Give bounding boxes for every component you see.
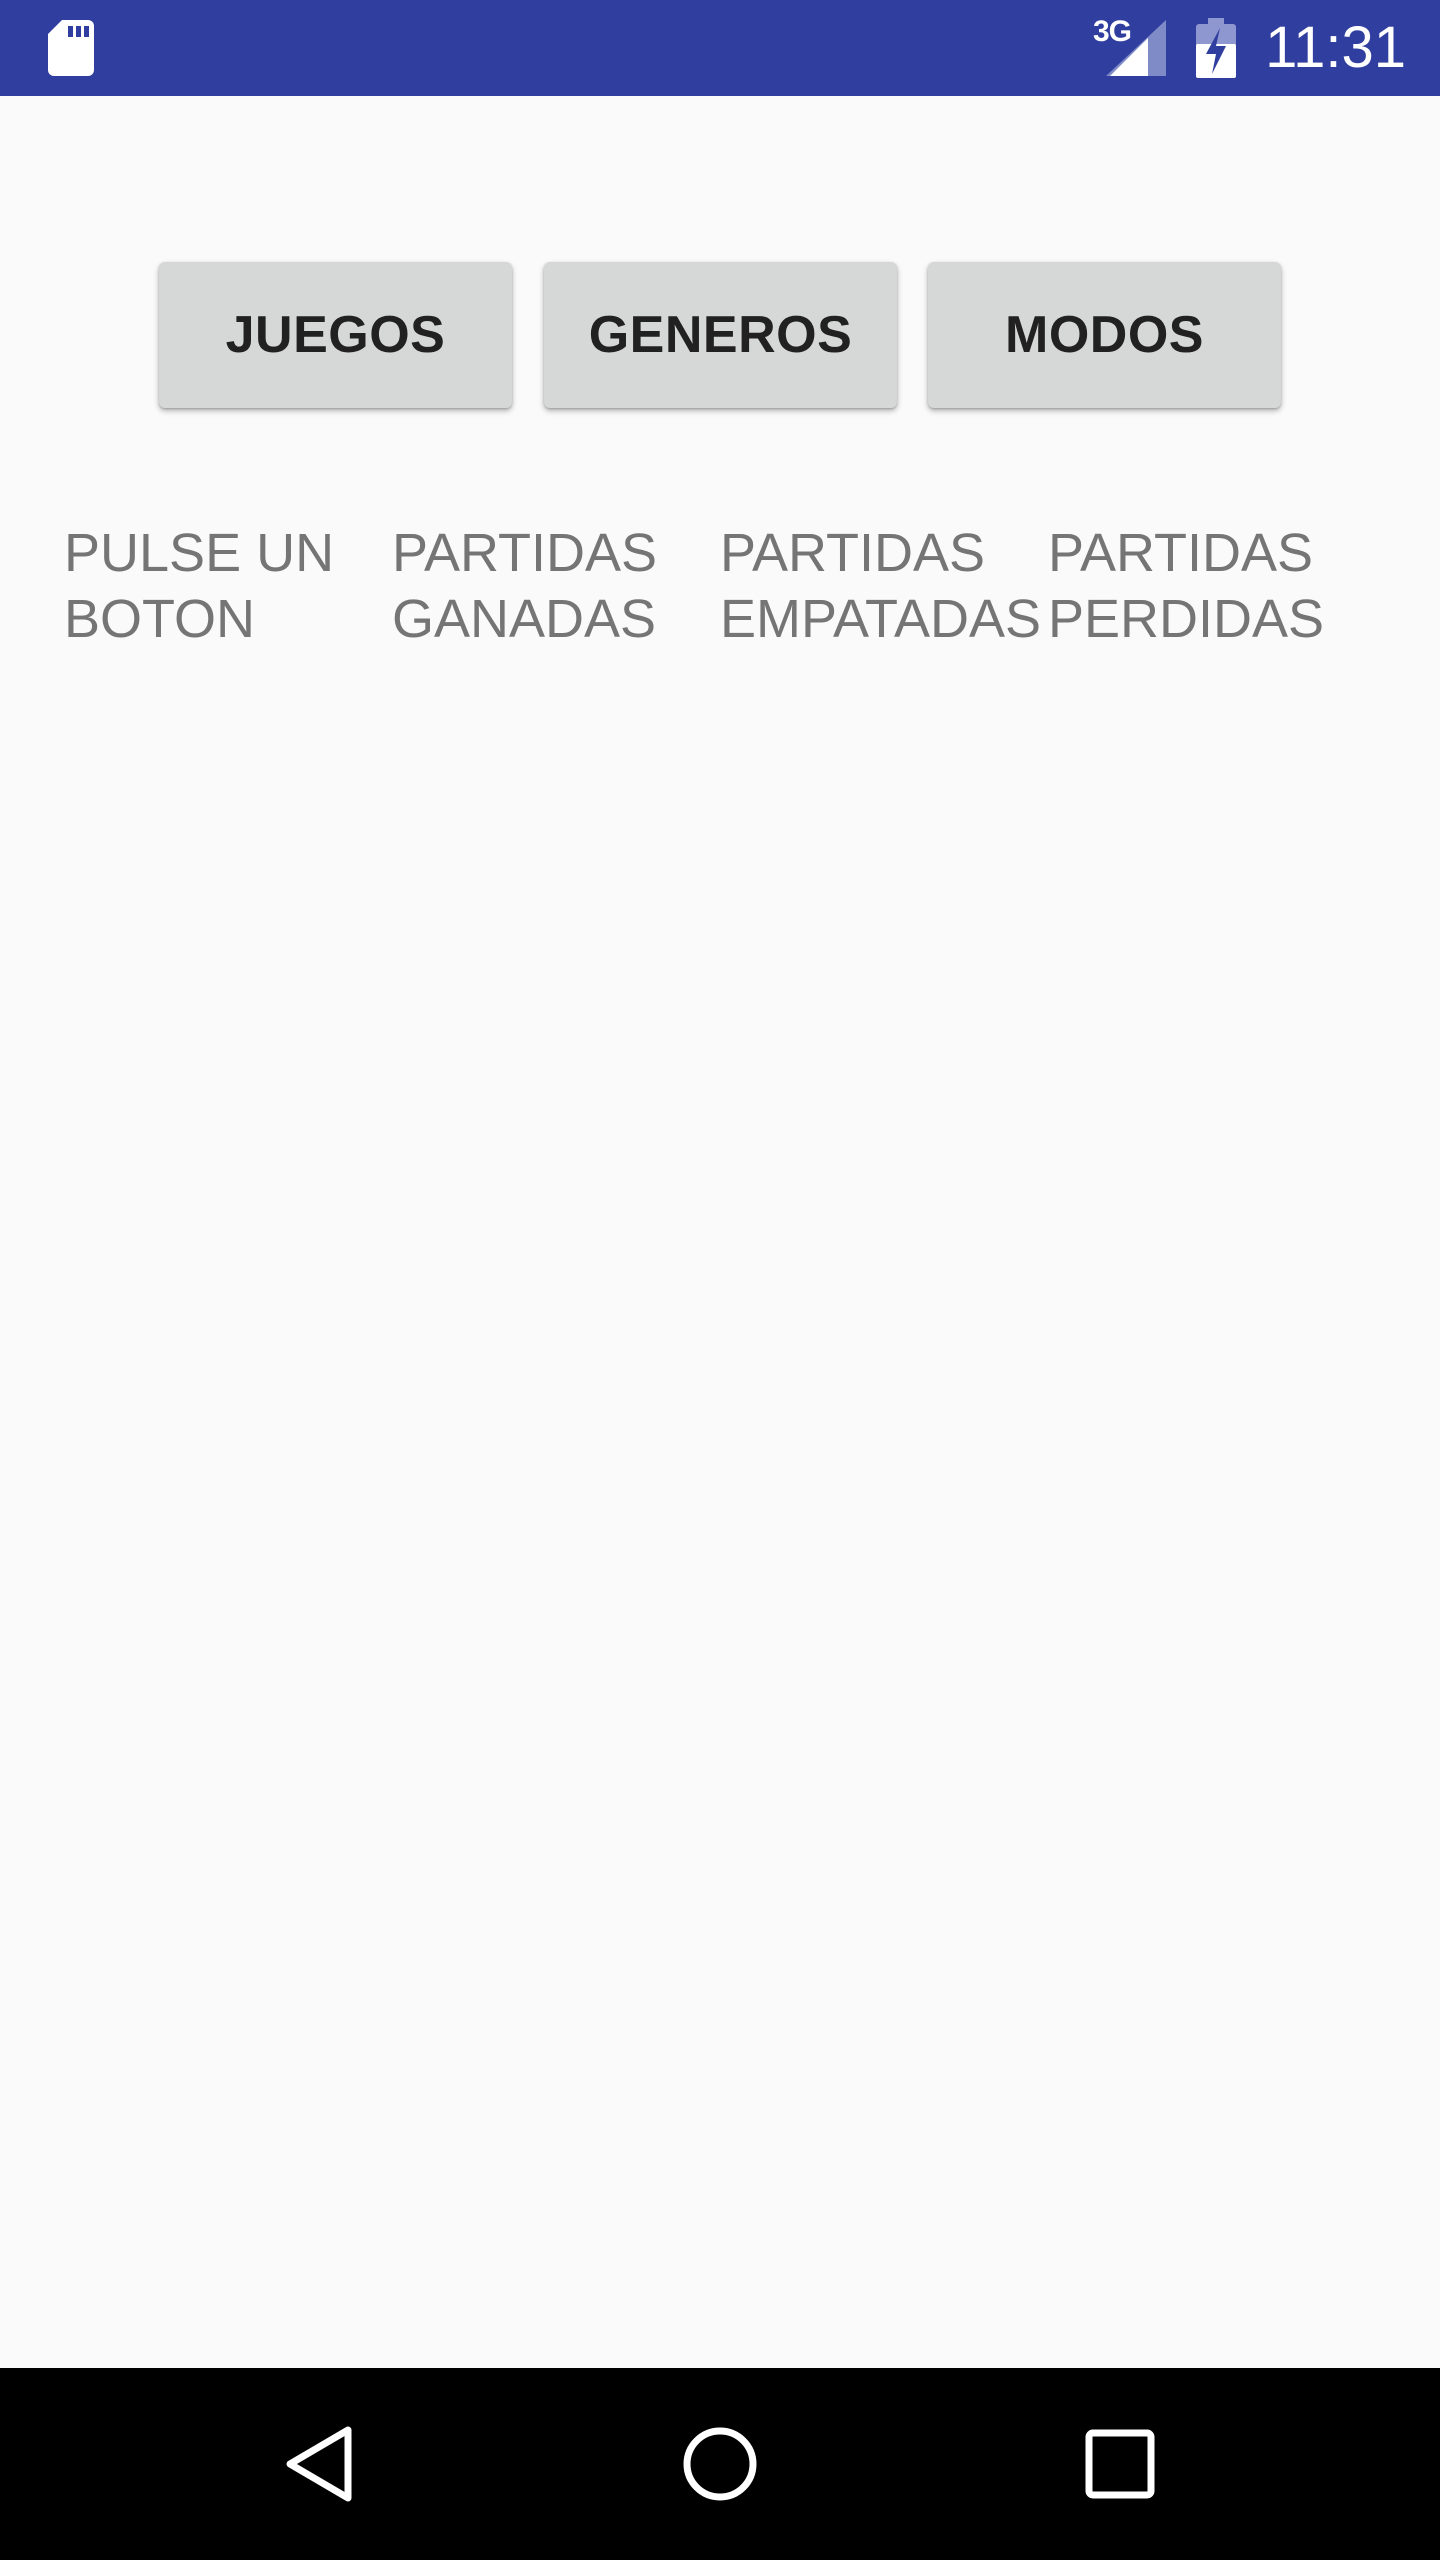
prompt-label: PULSE UN BOTON	[64, 523, 335, 649]
back-icon[interactable]	[280, 2424, 360, 2504]
generos-button[interactable]: GENEROS	[544, 262, 897, 408]
tied-games-label: PARTIDAS EMPATADAS	[720, 523, 1042, 649]
battery-charging-icon	[1196, 18, 1236, 78]
sd-card-icon	[48, 20, 94, 76]
button-row: JUEGOS GENEROS MODOS	[159, 262, 1281, 408]
lost-games-label: PARTIDAS PERDIDAS	[1048, 523, 1325, 649]
home-icon[interactable]	[680, 2424, 760, 2504]
navigation-bar	[0, 2368, 1440, 2560]
signal-icon	[1106, 20, 1166, 76]
recents-icon[interactable]	[1080, 2424, 1160, 2504]
status-bar: 3G 11:31	[0, 0, 1440, 96]
modos-button[interactable]: MODOS	[928, 262, 1281, 408]
status-clock: 11:31	[1265, 15, 1406, 80]
won-games-label: PARTIDAS GANADAS	[392, 523, 658, 649]
juegos-button[interactable]: JUEGOS	[159, 262, 512, 408]
